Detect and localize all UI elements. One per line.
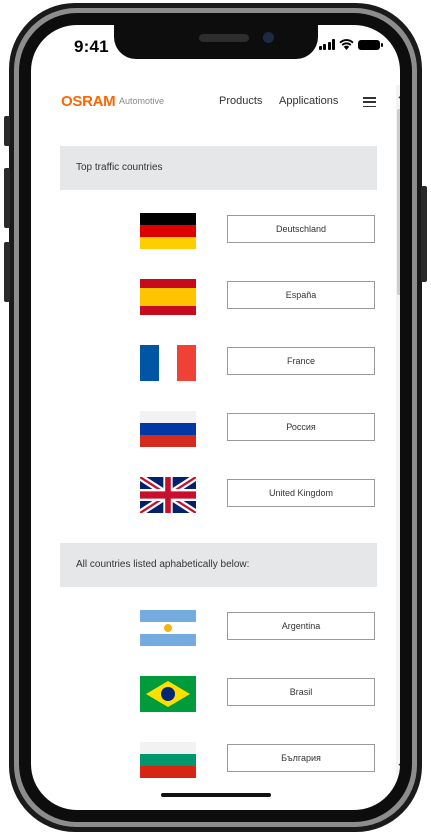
uk-flag-icon xyxy=(140,477,196,513)
russia-flag-icon xyxy=(140,411,196,447)
country-row: България xyxy=(31,742,391,778)
side-button-mute xyxy=(4,116,10,146)
scrollbar[interactable] xyxy=(396,85,400,775)
osram-logo[interactable]: OSRAM xyxy=(61,93,116,110)
country-row: Deutschland xyxy=(31,213,391,249)
signal-icon xyxy=(318,39,335,50)
argentina-flag-icon xyxy=(140,610,196,646)
section-header-all: All countries listed aphabetically below… xyxy=(60,543,377,587)
side-button-power xyxy=(421,186,427,282)
speaker xyxy=(199,34,249,42)
site-header: OSRAM Automotive Products Applications xyxy=(31,87,400,117)
nav-applications[interactable]: Applications xyxy=(279,95,338,107)
side-button-volume-down xyxy=(4,242,10,302)
country-row: Argentina xyxy=(31,610,391,646)
country-button-espana[interactable]: España xyxy=(227,281,375,309)
country-button-argentina[interactable]: Argentina xyxy=(227,612,375,640)
nav-products[interactable]: Products xyxy=(219,95,262,107)
wifi-icon xyxy=(339,39,354,50)
status-time: 9:41 xyxy=(74,37,109,56)
section-title: Top traffic countries xyxy=(76,162,163,173)
scroll-down-icon[interactable] xyxy=(396,759,400,773)
logo-subtitle: Automotive xyxy=(119,96,165,106)
scroll-thumb[interactable] xyxy=(397,109,400,295)
country-button-brasil[interactable]: Brasil xyxy=(227,678,375,706)
status-icons xyxy=(318,39,383,50)
phone-screen: 9:41 OSRAM Automotive Products Applicati… xyxy=(31,25,400,810)
france-flag-icon xyxy=(140,345,196,381)
country-row: España xyxy=(31,279,391,315)
country-row: Brasil xyxy=(31,676,391,712)
brazil-flag-icon xyxy=(140,676,196,712)
menu-icon[interactable] xyxy=(363,97,376,107)
country-button-united-kingdom[interactable]: United Kingdom xyxy=(227,479,375,507)
section-title: All countries listed aphabetically below… xyxy=(76,559,250,570)
spain-flag-icon xyxy=(140,279,196,315)
front-camera xyxy=(263,32,274,43)
country-button-balgariya[interactable]: България xyxy=(227,744,375,772)
side-button-volume-up xyxy=(4,168,10,228)
country-button-deutschland[interactable]: Deutschland xyxy=(227,215,375,243)
country-row: Россия xyxy=(31,411,391,447)
battery-icon xyxy=(358,39,383,50)
country-button-rossiya[interactable]: Россия xyxy=(227,413,375,441)
germany-flag-icon xyxy=(140,213,196,249)
home-indicator[interactable] xyxy=(161,793,271,797)
country-row: United Kingdom xyxy=(31,477,391,513)
country-row: France xyxy=(31,345,391,381)
section-header-top: Top traffic countries xyxy=(60,146,377,190)
country-button-france[interactable]: France xyxy=(227,347,375,375)
scroll-up-icon[interactable] xyxy=(396,89,400,103)
bulgaria-flag-icon xyxy=(140,742,196,778)
notch xyxy=(114,25,318,59)
